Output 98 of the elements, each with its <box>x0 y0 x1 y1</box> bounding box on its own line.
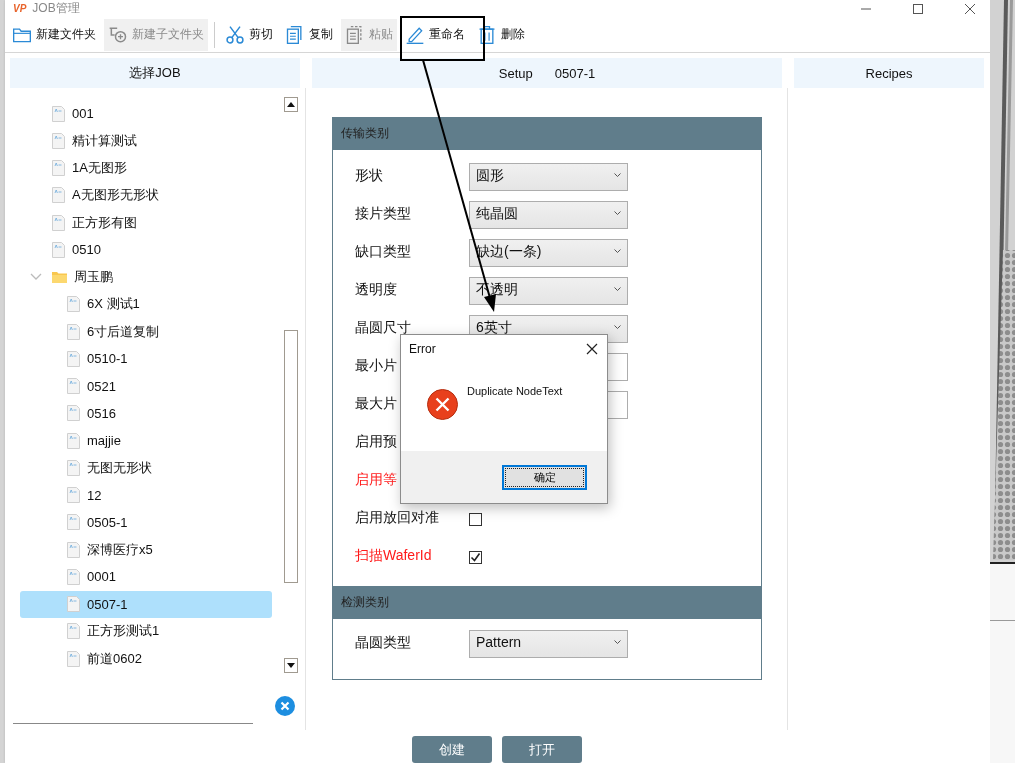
checkbox[interactable] <box>469 513 482 526</box>
scroll-down-button[interactable] <box>284 658 298 673</box>
file-icon <box>52 132 65 149</box>
clear-icon[interactable] <box>275 696 295 716</box>
field-label: 晶圆尺寸 <box>355 318 411 336</box>
field-label: 形状 <box>355 166 383 184</box>
field-label: 扫描WaferId <box>355 546 432 564</box>
header-label: Setup <box>498 65 533 81</box>
tree-item[interactable]: 0516 <box>20 399 272 427</box>
field-label: 启用放回对准 <box>355 508 439 526</box>
checkmark-icon <box>470 552 481 563</box>
copy-icon <box>285 24 305 45</box>
chevron-down-icon <box>614 249 621 254</box>
tree-item[interactable]: majjie <box>20 427 272 455</box>
header-value: 0507-1 <box>554 65 596 81</box>
tree-item[interactable]: 0505-1 <box>20 508 272 536</box>
file-icon <box>67 541 80 558</box>
field-label: 晶圆类型 <box>355 633 411 651</box>
maximize-icon[interactable] <box>912 2 924 15</box>
file-icon <box>67 323 80 340</box>
app-logo: VP <box>13 3 27 14</box>
chevron-down-icon <box>614 211 621 216</box>
tree-item[interactable]: 精计算测试 <box>20 127 272 155</box>
toolbar-button[interactable]: 剪切 <box>221 18 277 51</box>
ok-button[interactable]: 确定 <box>502 464 587 490</box>
action-button[interactable]: 打开 <box>502 736 582 763</box>
tree-item[interactable]: 0510-1 <box>20 345 272 373</box>
triangle-down-icon <box>287 663 295 668</box>
toolbar-button[interactable]: 复制 <box>281 18 337 51</box>
file-icon <box>67 459 80 476</box>
field-label: 最小片 <box>355 356 397 374</box>
toolbar-button[interactable]: 重命名 <box>401 18 469 51</box>
scroll-up-button[interactable] <box>284 97 298 112</box>
field-label: 最大片 <box>355 394 397 412</box>
tree-item[interactable]: 12 <box>20 481 272 509</box>
tree-item[interactable]: 深博医疗x5 <box>20 536 272 564</box>
file-icon <box>52 214 65 231</box>
field-label: 接片类型 <box>355 204 411 222</box>
file-icon <box>67 350 80 367</box>
dropdown[interactable]: 纯晶圆 <box>469 201 628 229</box>
trash-icon <box>477 24 497 45</box>
scissors-icon <box>225 24 245 45</box>
field-label: 缺口类型 <box>355 242 411 260</box>
triangle-up-icon <box>287 102 295 107</box>
file-icon <box>67 378 80 395</box>
chevron-down-icon <box>614 640 621 645</box>
tree-item[interactable]: 前道0602 <box>20 645 272 673</box>
checkbox[interactable] <box>469 551 482 564</box>
tree-item[interactable]: 0507-1 <box>20 590 272 618</box>
dialog-title: Error <box>409 342 436 356</box>
file-icon <box>52 160 65 177</box>
dropdown[interactable]: Pattern <box>469 630 628 658</box>
file-icon <box>52 241 65 258</box>
error-message: Duplicate NodeText <box>467 385 563 397</box>
file-icon <box>52 187 65 204</box>
tree-item[interactable]: 0521 <box>20 372 272 400</box>
toolbar-button[interactable]: 删除 <box>473 18 529 51</box>
tree-item[interactable]: 001 <box>20 100 272 128</box>
file-icon <box>67 487 80 504</box>
tree-item[interactable]: 正方形测试1 <box>20 617 272 645</box>
chevron-down-icon <box>614 173 621 178</box>
tree-item[interactable]: 周玉鹏 <box>20 263 272 291</box>
scrollbar-thumb[interactable] <box>284 330 298 583</box>
dropdown[interactable]: 圆形 <box>469 163 628 191</box>
tree-item[interactable]: 6寸后道复制 <box>20 318 272 346</box>
file-icon <box>67 650 80 667</box>
tree-item[interactable]: A无图形无形状 <box>20 181 272 209</box>
file-icon <box>67 432 80 449</box>
tree-item[interactable]: 无图无形状 <box>20 454 272 482</box>
panel-header: 选择JOB <box>10 58 300 88</box>
folder-icon <box>52 269 67 286</box>
file-icon <box>67 623 80 640</box>
tree-item[interactable]: 0510 <box>20 236 272 264</box>
tree-item[interactable]: 正方形有图 <box>20 209 272 237</box>
file-icon <box>67 514 80 531</box>
panel-header: Recipes <box>794 58 984 88</box>
file-icon <box>52 105 65 122</box>
window-title: JOB管理 <box>32 0 80 17</box>
file-icon <box>67 596 80 613</box>
chevron-down-icon <box>614 325 621 330</box>
field-label: 启用预 <box>355 432 397 450</box>
section-header: 检测类别 <box>333 586 761 619</box>
section-header: 传输类别 <box>333 117 761 150</box>
tree-item[interactable]: 6X 测试1 <box>20 290 272 318</box>
chevron-down-icon <box>614 287 621 292</box>
tree-item[interactable]: 1A无图形 <box>20 154 272 182</box>
file-icon <box>67 568 80 585</box>
paste-icon <box>345 24 365 45</box>
field-label: 透明度 <box>355 280 397 298</box>
tree-item[interactable]: 0001 <box>20 563 272 591</box>
close-icon[interactable] <box>964 2 976 15</box>
close-icon[interactable] <box>586 343 598 355</box>
toolbar-button[interactable]: 新建文件夹 <box>8 18 100 51</box>
error-icon <box>427 389 458 420</box>
field-label: 启用等 <box>355 470 397 488</box>
file-icon <box>67 296 80 313</box>
file-icon <box>67 405 80 422</box>
action-button[interactable]: 创建 <box>412 736 492 763</box>
